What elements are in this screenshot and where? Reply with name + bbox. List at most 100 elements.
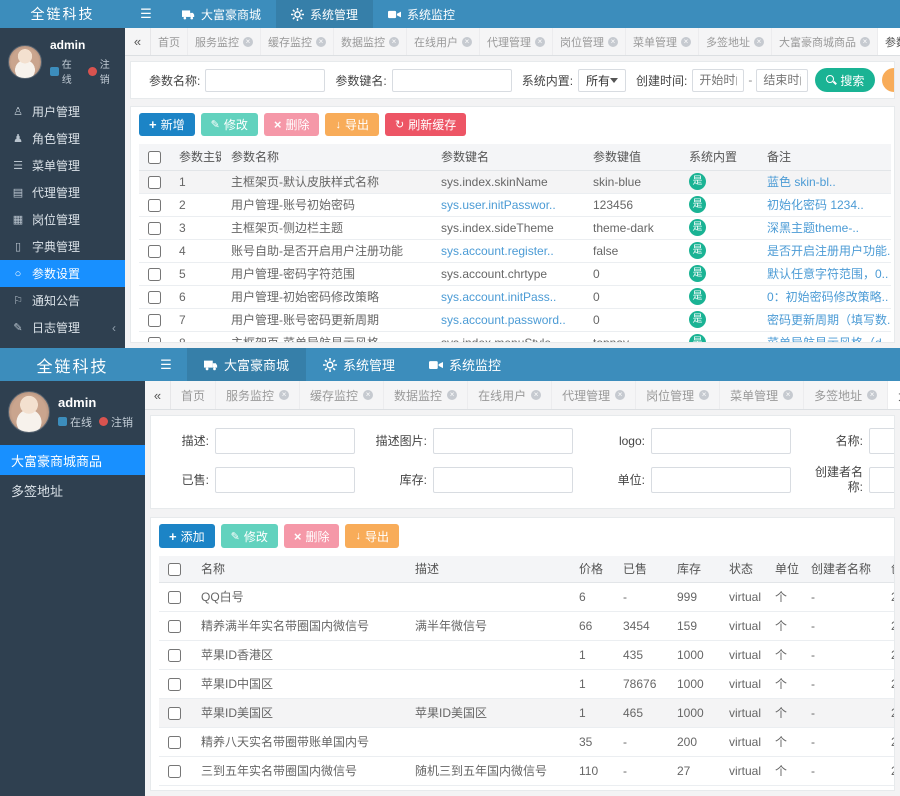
sidebar-toggle-button[interactable] bbox=[145, 348, 187, 381]
form-field-input[interactable] bbox=[215, 467, 355, 493]
tab[interactable]: 岗位管理 × bbox=[553, 28, 626, 55]
toolbar-button[interactable]: 修改 bbox=[221, 524, 278, 548]
tab[interactable]: 缓存监控 × bbox=[300, 381, 384, 409]
param-remark[interactable]: 初始化密码 1234.. bbox=[757, 193, 891, 216]
product-row[interactable]: QQ白号 6 - 999 virtual 个 - 20 bbox=[159, 582, 895, 611]
tab[interactable]: 代理管理 × bbox=[552, 381, 636, 409]
sidebar-item[interactable]: 代理管理 ‹ bbox=[0, 179, 125, 206]
logout-button[interactable]: 注销 bbox=[99, 414, 133, 430]
column-header[interactable]: 已售 bbox=[613, 556, 667, 582]
tab-close-icon[interactable]: × bbox=[363, 390, 373, 400]
column-header[interactable]: 参数键名 bbox=[431, 144, 583, 170]
sidebar-item[interactable]: 通知公告 ‹ bbox=[0, 287, 125, 314]
product-row[interactable]: 苹果ID美国区 苹果ID美国区 1 465 1000 virtual 个 - 2… bbox=[159, 698, 895, 727]
row-checkbox[interactable] bbox=[148, 268, 161, 281]
row-checkbox[interactable] bbox=[148, 291, 161, 304]
nav-item-system[interactable]: 系统管理 bbox=[276, 0, 373, 28]
toolbar-button[interactable]: 导出 bbox=[325, 113, 379, 136]
column-header[interactable]: 价格 bbox=[569, 556, 613, 582]
param-row[interactable]: 2 用户管理-账号初始密码 sys.user.initPasswor.. 123… bbox=[139, 193, 891, 216]
tab[interactable]: 多签地址 × bbox=[699, 28, 772, 55]
param-key[interactable]: sys.account.chrtype bbox=[431, 262, 583, 285]
column-header[interactable]: 参数键值 bbox=[583, 144, 679, 170]
reset-button[interactable]: 重置 bbox=[882, 68, 895, 92]
tab-close-icon[interactable]: × bbox=[243, 37, 253, 47]
tab[interactable]: 参数设置 × bbox=[878, 28, 900, 55]
row-checkbox[interactable] bbox=[168, 765, 181, 778]
param-row[interactable]: 8 主框架页-菜单导航显示风格 sys.index.menuStyle topn… bbox=[139, 331, 891, 343]
tab-close-icon[interactable]: × bbox=[389, 37, 399, 47]
tab[interactable]: 岗位管理 × bbox=[636, 381, 720, 409]
row-checkbox[interactable] bbox=[168, 620, 181, 633]
column-header[interactable]: 名称 bbox=[191, 556, 405, 582]
column-header[interactable]: 参数名称 bbox=[221, 144, 431, 170]
param-row[interactable]: 5 用户管理-密码字符范围 sys.account.chrtype 0 是 默认… bbox=[139, 262, 891, 285]
form-field-input[interactable] bbox=[869, 467, 895, 493]
nav-item-system[interactable]: 系统管理 bbox=[306, 348, 412, 381]
param-remark[interactable]: 蓝色 skin-bl.. bbox=[757, 170, 891, 193]
tab-close-icon[interactable]: × bbox=[462, 37, 472, 47]
tab-close-icon[interactable]: × bbox=[608, 37, 618, 47]
form-field-input[interactable] bbox=[651, 467, 791, 493]
column-header[interactable]: 库存 bbox=[667, 556, 719, 582]
tab-close-icon[interactable]: × bbox=[615, 390, 625, 400]
nav-item-monitor[interactable]: 系统监控 bbox=[373, 0, 470, 28]
param-key[interactable]: sys.user.initPasswor.. bbox=[431, 193, 583, 216]
product-row[interactable]: 精养八天实名带圈带账单国内号 35 - 200 virtual 个 - 20 bbox=[159, 727, 895, 756]
nav-item-mall[interactable]: 大富豪商城 bbox=[167, 0, 276, 28]
sidebar-toggle-button[interactable] bbox=[125, 0, 167, 28]
param-remark[interactable]: 是否开启注册用户功能.. bbox=[757, 239, 891, 262]
tab[interactable]: 服务监控 × bbox=[188, 28, 261, 55]
column-header[interactable]: 创建时间 bbox=[881, 556, 895, 582]
start-time-input[interactable] bbox=[692, 69, 744, 92]
end-time-input[interactable] bbox=[756, 69, 808, 92]
tabs-scroll-left-button[interactable]: « bbox=[125, 28, 151, 55]
search-button[interactable]: 搜索 bbox=[815, 68, 875, 92]
select-all-checkbox[interactable] bbox=[168, 563, 181, 576]
sidebar-item[interactable]: 菜单管理 ‹ bbox=[0, 152, 125, 179]
param-key[interactable]: sys.account.password.. bbox=[431, 308, 583, 331]
sidebar-item[interactable]: 参数设置 ‹ bbox=[0, 260, 125, 287]
logout-button[interactable]: 注销 bbox=[88, 56, 119, 86]
row-checkbox[interactable] bbox=[148, 337, 161, 343]
column-header[interactable]: 创建者名称 bbox=[801, 556, 881, 582]
param-key[interactable]: sys.account.register.. bbox=[431, 239, 583, 262]
param-row[interactable]: 7 用户管理-账号密码更新周期 sys.account.password.. 0… bbox=[139, 308, 891, 331]
form-field-input[interactable] bbox=[433, 428, 573, 454]
tab-close-icon[interactable]: × bbox=[447, 390, 457, 400]
param-key[interactable]: sys.index.skinName bbox=[431, 170, 583, 193]
product-row[interactable]: 精养满半年实名带圈国内微信号 满半年微信号 66 3454 159 virtua… bbox=[159, 611, 895, 640]
row-checkbox[interactable] bbox=[148, 245, 161, 258]
row-checkbox[interactable] bbox=[148, 199, 161, 212]
sidebar-item[interactable]: 多签地址 bbox=[0, 475, 145, 505]
tab[interactable]: 菜单管理 × bbox=[626, 28, 699, 55]
row-checkbox[interactable] bbox=[148, 176, 161, 189]
column-header[interactable]: 单位 bbox=[765, 556, 801, 582]
tab[interactable]: 在线用户 × bbox=[407, 28, 480, 55]
tab-close-icon[interactable]: × bbox=[867, 390, 877, 400]
column-header[interactable]: 状态 bbox=[719, 556, 765, 582]
param-row[interactable]: 6 用户管理-初始密码修改策略 sys.account.initPass.. 0… bbox=[139, 285, 891, 308]
param-remark[interactable]: 深黑主题theme-.. bbox=[757, 216, 891, 239]
product-row[interactable]: 精养满月国内带实名带圈微信号 38 - 200 virtual 个 - 20 bbox=[159, 785, 895, 791]
param-row[interactable]: 3 主框架页-侧边栏主题 sys.index.sideTheme theme-d… bbox=[139, 216, 891, 239]
tab[interactable]: 数据监控 × bbox=[384, 381, 468, 409]
toolbar-button[interactable]: 添加 bbox=[159, 524, 215, 548]
row-checkbox[interactable] bbox=[148, 222, 161, 235]
nav-item-mall[interactable]: 大富豪商城 bbox=[187, 348, 306, 381]
column-header[interactable]: 描述 bbox=[405, 556, 569, 582]
product-row[interactable]: 苹果ID中国区 1 78676 1000 virtual 个 - 20 bbox=[159, 669, 895, 698]
column-header[interactable]: 系统内置 bbox=[679, 144, 757, 170]
tab-close-icon[interactable]: × bbox=[860, 37, 870, 47]
tab-close-icon[interactable]: × bbox=[754, 37, 764, 47]
sidebar-item[interactable]: 大富豪商城商品 bbox=[0, 445, 145, 475]
param-remark[interactable]: 菜单导航显示风格（d.. bbox=[757, 331, 891, 343]
column-header[interactable]: 参数主键 bbox=[169, 144, 221, 170]
form-field-input[interactable] bbox=[215, 428, 355, 454]
tabs-scroll-left-button[interactable]: « bbox=[145, 381, 171, 409]
builtin-select[interactable]: 所有 bbox=[578, 69, 626, 92]
param-key[interactable]: sys.index.sideTheme bbox=[431, 216, 583, 239]
nav-item-monitor[interactable]: 系统监控 bbox=[412, 348, 518, 381]
param-remark[interactable]: 0：初始密码修改策略.. bbox=[757, 285, 891, 308]
tab-close-icon[interactable]: × bbox=[316, 37, 326, 47]
